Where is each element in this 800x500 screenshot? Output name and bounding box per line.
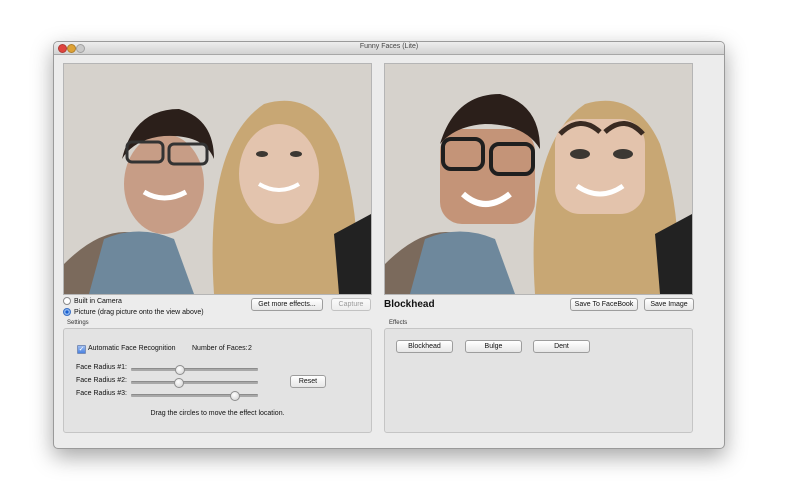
faces-count-value: 2: [248, 345, 252, 352]
original-photo-image: [64, 64, 371, 294]
original-photo-view[interactable]: [63, 63, 372, 295]
face-radius-2-label: Face Radius #2:: [76, 377, 127, 384]
face-radius-3-slider[interactable]: [131, 391, 258, 401]
effects-panel: Blockhead Bulge Dent: [384, 328, 693, 433]
faces-count-label: Number of Faces:: [192, 345, 248, 352]
effect-dent-button[interactable]: Dent: [533, 340, 590, 353]
face-radius-1-slider[interactable]: [131, 365, 258, 375]
title-bar[interactable]: Funny Faces (Lite): [54, 42, 724, 55]
reset-button[interactable]: Reset: [290, 375, 326, 388]
picture-radio-label: Picture (drag picture onto the view abov…: [74, 308, 204, 316]
settings-panel: ✓ Automatic Face Recognition Number of F…: [63, 328, 372, 433]
face-radius-1-label: Face Radius #1:: [76, 364, 127, 371]
picture-radio[interactable]: [63, 308, 71, 316]
face-radius-3-label: Face Radius #3:: [76, 390, 127, 397]
get-more-effects-button[interactable]: Get more effects...: [251, 298, 323, 311]
face-radius-1-knob[interactable]: [175, 365, 186, 375]
camera-radio-label: Built in Camera: [74, 297, 122, 305]
face-radius-3-knob[interactable]: [229, 391, 240, 401]
face-radius-2-slider[interactable]: [131, 378, 258, 388]
capture-button[interactable]: Capture: [331, 298, 371, 311]
effect-photo-view[interactable]: [384, 63, 693, 295]
auto-face-label: Automatic Face Recognition: [88, 345, 176, 352]
camera-radio[interactable]: [63, 297, 71, 305]
effect-blockhead-button[interactable]: Blockhead: [396, 340, 453, 353]
effect-bulge-button[interactable]: Bulge: [465, 340, 522, 353]
effects-group-title: Effects: [389, 320, 408, 326]
auto-face-checkbox[interactable]: ✓: [77, 345, 86, 354]
source-option-camera[interactable]: Built in Camera: [63, 297, 122, 305]
effect-photo-image: [385, 64, 692, 294]
drag-hint-text: Drag the circles to move the effect loca…: [150, 410, 285, 417]
settings-group-title: Settings: [67, 320, 89, 326]
save-to-facebook-button[interactable]: Save To FaceBook: [570, 298, 638, 311]
save-image-button[interactable]: Save Image: [644, 298, 694, 311]
current-effect-name: Blockhead: [384, 299, 435, 310]
source-option-picture[interactable]: Picture (drag picture onto the view abov…: [63, 308, 204, 316]
face-radius-2-knob[interactable]: [173, 378, 184, 388]
window-title: Funny Faces (Lite): [359, 43, 419, 50]
app-window: Funny Faces (Lite) Built in Camera Pictu…: [53, 41, 725, 449]
